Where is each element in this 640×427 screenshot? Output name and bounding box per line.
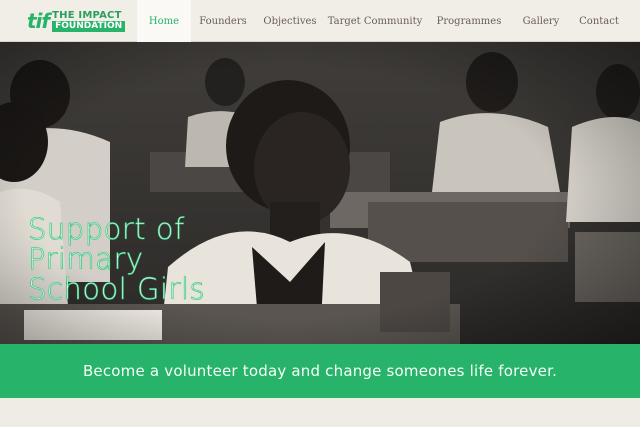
logo-line1: THE IMPACT	[52, 10, 122, 21]
logo-line2: FOUNDATION	[52, 21, 126, 32]
nav-programmes[interactable]: Programmes	[425, 0, 513, 42]
hero-slider: Support of Primary School Girls	[0, 42, 640, 344]
hero-title-line2: Primary	[28, 242, 144, 276]
nav-founders[interactable]: Founders	[191, 0, 255, 42]
hero-title: Support of Primary School Girls	[28, 212, 258, 306]
site-header: tif THE IMPACT FOUNDATION Home Founders …	[0, 0, 640, 42]
logo-mark: tif	[27, 9, 50, 33]
volunteer-cta-text[interactable]: Become a volunteer today and change some…	[83, 362, 557, 380]
nav-gallery[interactable]: Gallery	[513, 0, 569, 42]
page-bottom-strip	[0, 398, 640, 427]
hero-title-line1: Support of	[28, 212, 185, 246]
logo-wordmark: THE IMPACT FOUNDATION	[52, 10, 126, 32]
nav-contact[interactable]: Contact	[569, 0, 629, 42]
nav-target-community[interactable]: Target Community	[325, 0, 425, 42]
main-nav: Home Founders Objectives Target Communit…	[137, 0, 629, 42]
nav-home[interactable]: Home	[137, 0, 191, 42]
nav-objectives[interactable]: Objectives	[255, 0, 325, 42]
volunteer-banner[interactable]: Become a volunteer today and change some…	[0, 344, 640, 398]
site-logo[interactable]: tif THE IMPACT FOUNDATION	[27, 9, 126, 33]
hero-title-line3: School Girls	[28, 272, 206, 306]
